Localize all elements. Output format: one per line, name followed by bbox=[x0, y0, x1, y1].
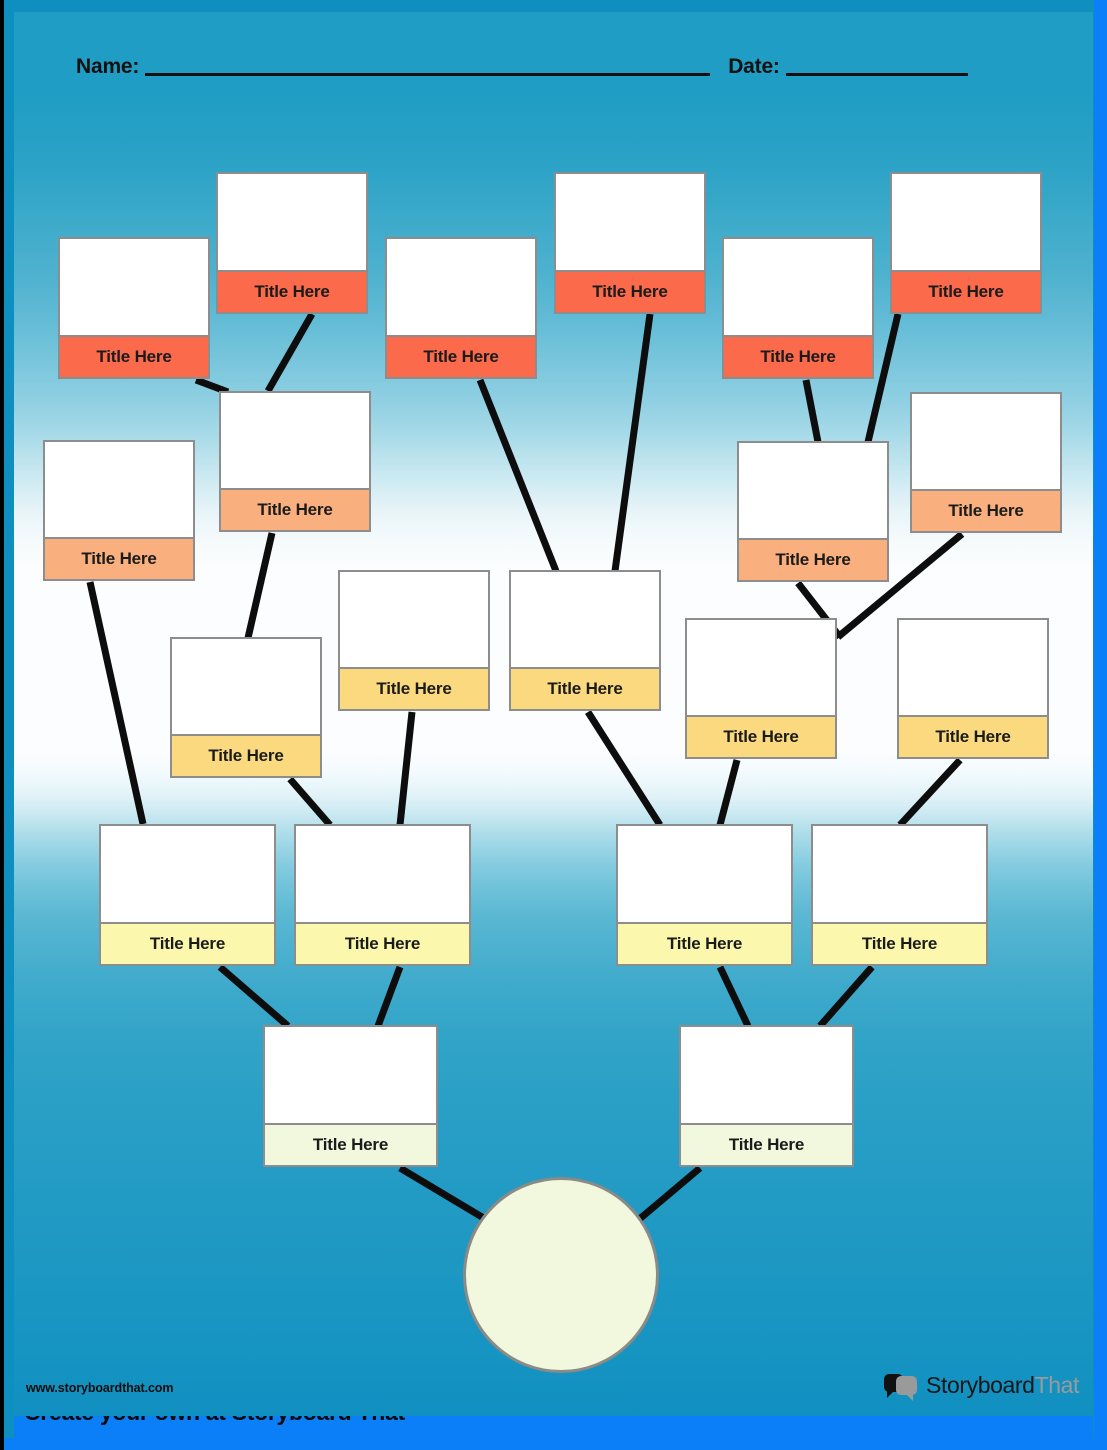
member-photo-placeholder[interactable] bbox=[221, 393, 369, 488]
footer-website-url: www.storyboardthat.com bbox=[26, 1381, 174, 1395]
date-field-group: Date: bbox=[728, 56, 968, 80]
worksheet-header: Name: Date: bbox=[14, 36, 1093, 80]
member-photo-placeholder[interactable] bbox=[511, 572, 659, 667]
member-title-label[interactable]: Title Here bbox=[724, 335, 872, 377]
member-photo-placeholder[interactable] bbox=[739, 443, 887, 538]
member-photo-placeholder[interactable] bbox=[101, 826, 274, 922]
brand-name-secondary: That bbox=[1034, 1371, 1080, 1398]
speech-bubbles-icon bbox=[884, 1372, 918, 1401]
member-photo-placeholder[interactable] bbox=[912, 394, 1060, 489]
name-write-line[interactable] bbox=[145, 72, 711, 76]
member-photo-placeholder[interactable] bbox=[265, 1027, 436, 1123]
member-photo-placeholder[interactable] bbox=[681, 1027, 852, 1123]
member-photo-placeholder[interactable] bbox=[813, 826, 986, 922]
family-member-card[interactable]: Title Here bbox=[263, 1025, 438, 1167]
member-title-label[interactable]: Title Here bbox=[218, 270, 366, 312]
page-bottom-edge bbox=[0, 1438, 1107, 1450]
family-member-card[interactable]: Title Here bbox=[890, 172, 1042, 314]
member-photo-placeholder[interactable] bbox=[687, 620, 835, 715]
member-title-label[interactable]: Title Here bbox=[340, 667, 488, 709]
member-photo-placeholder[interactable] bbox=[556, 174, 704, 270]
member-photo-placeholder[interactable] bbox=[899, 620, 1047, 715]
family-member-card[interactable]: Title Here bbox=[685, 618, 837, 759]
family-member-card[interactable]: Title Here bbox=[170, 637, 322, 778]
member-title-label[interactable]: Title Here bbox=[101, 922, 274, 964]
brand-wordmark: StoryboardThat bbox=[926, 1371, 1080, 1398]
family-member-card[interactable]: Title Here bbox=[99, 824, 276, 966]
member-photo-placeholder[interactable] bbox=[724, 239, 872, 335]
member-title-label[interactable]: Title Here bbox=[265, 1123, 436, 1165]
family-member-card[interactable]: Title Here bbox=[679, 1025, 854, 1167]
member-title-label[interactable]: Title Here bbox=[681, 1123, 852, 1165]
family-member-card[interactable]: Title Here bbox=[43, 440, 195, 581]
family-member-card[interactable]: Title Here bbox=[616, 824, 793, 966]
family-member-card[interactable]: Title Here bbox=[58, 237, 210, 379]
date-write-line[interactable] bbox=[785, 72, 968, 76]
member-title-label[interactable]: Title Here bbox=[511, 667, 659, 709]
member-title-label[interactable]: Title Here bbox=[556, 270, 704, 312]
family-member-card[interactable]: Title Here bbox=[216, 172, 368, 314]
family-member-card[interactable]: Title Here bbox=[897, 618, 1049, 759]
brand-name-primary: Storyboard bbox=[926, 1371, 1035, 1398]
root-person-circle[interactable] bbox=[463, 1177, 659, 1373]
date-label: Date: bbox=[728, 55, 780, 78]
member-title-label[interactable]: Title Here bbox=[687, 715, 835, 757]
member-title-label[interactable]: Title Here bbox=[296, 922, 469, 964]
family-member-card[interactable]: Title Here bbox=[910, 392, 1062, 533]
member-photo-placeholder[interactable] bbox=[618, 826, 791, 922]
member-photo-placeholder[interactable] bbox=[892, 174, 1040, 270]
member-photo-placeholder[interactable] bbox=[387, 239, 535, 335]
member-title-label[interactable]: Title Here bbox=[618, 922, 791, 964]
member-photo-placeholder[interactable] bbox=[296, 826, 469, 922]
member-photo-placeholder[interactable] bbox=[45, 442, 193, 537]
family-member-card[interactable]: Title Here bbox=[219, 391, 371, 532]
member-photo-placeholder[interactable] bbox=[172, 639, 320, 734]
family-member-card[interactable]: Title Here bbox=[509, 570, 661, 711]
name-label: Name: bbox=[76, 55, 140, 78]
member-title-label[interactable]: Title Here bbox=[899, 715, 1047, 757]
family-member-card[interactable]: Title Here bbox=[722, 237, 874, 379]
member-title-label[interactable]: Title Here bbox=[912, 489, 1060, 531]
member-title-label[interactable]: Title Here bbox=[172, 734, 320, 776]
bottom-promo-text: Create your own at Storyboard That bbox=[24, 1416, 405, 1426]
member-title-label[interactable]: Title Here bbox=[739, 538, 887, 580]
member-photo-placeholder[interactable] bbox=[340, 572, 488, 667]
family-member-card[interactable]: Title Here bbox=[737, 441, 889, 582]
family-member-card[interactable]: Title Here bbox=[385, 237, 537, 379]
member-photo-placeholder[interactable] bbox=[60, 239, 208, 335]
member-title-label[interactable]: Title Here bbox=[387, 335, 535, 377]
member-photo-placeholder[interactable] bbox=[218, 174, 366, 270]
member-title-label[interactable]: Title Here bbox=[221, 488, 369, 530]
family-member-card[interactable]: Title Here bbox=[338, 570, 490, 711]
worksheet-page: Name: Date: Title Here Title Here Title He… bbox=[0, 0, 1107, 1450]
member-title-label[interactable]: Title Here bbox=[45, 537, 193, 579]
member-title-label[interactable]: Title Here bbox=[60, 335, 208, 377]
member-title-label[interactable]: Title Here bbox=[813, 922, 986, 964]
member-title-label[interactable]: Title Here bbox=[892, 270, 1040, 312]
storyboardthat-logo: StoryboardThat bbox=[884, 1368, 1079, 1402]
family-member-card[interactable]: Title Here bbox=[554, 172, 706, 314]
family-member-card[interactable]: Title Here bbox=[811, 824, 988, 966]
page-left-edge bbox=[0, 0, 4, 1450]
family-member-card[interactable]: Title Here bbox=[294, 824, 471, 966]
page-right-edge bbox=[1094, 0, 1107, 1450]
